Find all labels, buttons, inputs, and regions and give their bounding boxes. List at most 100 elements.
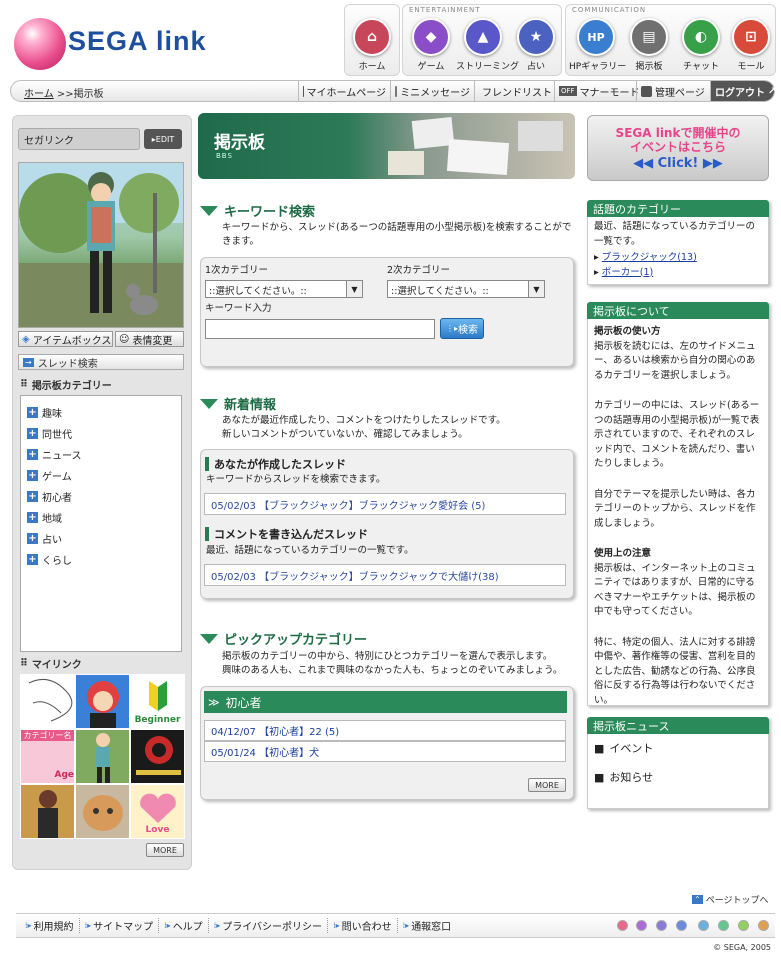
my-homepage-button[interactable]: マイホームページ (298, 81, 390, 101)
mylink-thumb-photo[interactable] (20, 784, 75, 839)
comment-thread-item[interactable]: 05/02/03 【ブラックジャック】ブラックジャックで大儲け(38) (204, 564, 566, 586)
mylink-thumb-love[interactable]: Love (130, 784, 185, 839)
cat2-label: 2次カテゴリー (387, 265, 451, 276)
plus-icon: + (27, 470, 38, 481)
nav-mall[interactable]: ⊡ モール (724, 15, 778, 72)
footer-link-terms[interactable]: ⁞▸ 利用規約 (20, 918, 80, 933)
category-item[interactable]: + ゲーム (27, 465, 175, 486)
sega-link-logo-ball[interactable] (14, 18, 66, 70)
item-box-label: アイテムボックス (32, 335, 112, 347)
manner-mode-button[interactable]: OFF マナーモード (554, 81, 640, 101)
cat1-select[interactable]: ::選択してください。:: ▼ (205, 280, 363, 298)
category-item[interactable]: + 初心者 (27, 486, 175, 507)
news-desc-2: 新しいコメントがついていないか、確認してみましょう。 (222, 429, 468, 440)
color-dot-icon[interactable] (676, 920, 687, 931)
cat2-select[interactable]: ::選択してください。:: ▼ (387, 280, 545, 298)
category-list: + 趣味 + 同世代 + ニュース + ゲーム + 初心者 + 地域 + 占い + くらし (20, 395, 182, 652)
pickup-heading: ピックアップカテゴリー (200, 629, 367, 648)
edit-button[interactable]: ▸ EDIT (144, 129, 182, 149)
color-dot-icon[interactable] (718, 920, 729, 931)
comment-thread-link[interactable]: 05/02/03 【ブラックジャック】ブラックジャックで大儲け(38) (211, 568, 499, 583)
nav-hp-gallery[interactable]: HP HPギャラリー (569, 15, 627, 72)
footer-link-contact[interactable]: ⁞▸ 問い合わせ (328, 918, 398, 933)
pickup-desc-1: 掲示板のカテゴリーの中から、特別にひとつカテゴリーを選んで表示します。 (222, 651, 553, 662)
thread-search-button[interactable]: → スレッド検索 (18, 354, 184, 370)
pickup-more-button[interactable]: MORE (528, 778, 566, 792)
streaming-icon: ▲ (464, 18, 502, 56)
search-button[interactable]: ⋮▸ 検索 (440, 318, 484, 339)
pickup-item-link[interactable]: 04/12/07 【初心者】22 (5) (211, 723, 339, 738)
friend-list-button[interactable]: フレンドリスト (474, 81, 554, 101)
arrow-icon: ⁞▸ (213, 921, 221, 930)
color-dot-icon[interactable] (758, 920, 769, 931)
color-dot-icon[interactable] (738, 920, 749, 931)
hot-category-link[interactable]: ブラックジャック(13) (602, 251, 697, 266)
board-news-item[interactable]: ■ イベント (594, 742, 762, 757)
cat1-select-value: ::選択してください。:: (209, 286, 307, 297)
footer-link-help[interactable]: ⁞▸ ヘルプ (159, 918, 209, 933)
category-item[interactable]: + 趣味 (27, 402, 175, 423)
off-badge: OFF (559, 86, 577, 96)
nav-streaming[interactable]: ▲ ストリーミング (456, 15, 519, 72)
footer-link-privacy[interactable]: ⁞▸ プライバシーポリシー (209, 918, 329, 933)
breadcrumb-home-link[interactable]: ホーム (24, 89, 54, 100)
mylink-thumb-character[interactable] (75, 674, 130, 729)
mylink-thumb-sketch[interactable] (20, 674, 75, 729)
admin-page-button[interactable]: 管理ページ (636, 81, 710, 101)
page-top-link[interactable]: ⌃ ページトップへ (692, 893, 769, 906)
chevron-down-icon: ▼ (346, 281, 362, 297)
mylink-thumb-cat[interactable] (75, 784, 130, 839)
category-item[interactable]: + ニュース (27, 444, 175, 465)
triangle-icon (200, 398, 218, 409)
mylink-thumb-dark[interactable] (130, 729, 185, 784)
color-dot-icon[interactable] (656, 920, 667, 931)
nav-chat[interactable]: ◐ チャット (674, 15, 728, 72)
footer-link-report[interactable]: ⁞▸ 通報窓口 (398, 918, 457, 933)
nav-board[interactable]: ▤ 掲示板 (622, 15, 676, 72)
color-dot-icon[interactable] (617, 920, 628, 931)
logout-button[interactable]: ログアウト ↗ (710, 81, 776, 101)
nav-game[interactable]: ◆ ゲーム (404, 15, 458, 72)
expression-change-button[interactable]: ☺ 表情変更 (115, 331, 184, 347)
board-news-item[interactable]: ■ お知らせ (594, 771, 762, 786)
plus-icon: + (27, 512, 38, 523)
board-news-title: 掲示板ニュース (587, 717, 769, 734)
double-chevron-icon: ≫ (208, 695, 220, 709)
category-item[interactable]: + くらし (27, 549, 175, 570)
pickup-item-link[interactable]: 05/01/24 【初心者】犬 (211, 744, 319, 759)
nav-fortune[interactable]: ★ 占い (509, 15, 563, 72)
pickup-item[interactable]: 04/12/07 【初心者】22 (5) (204, 720, 566, 741)
category-item[interactable]: + 占い (27, 528, 175, 549)
avatar-illustration (19, 163, 183, 327)
nav-game-label: ゲーム (417, 62, 445, 72)
nav-chat-label: チャット (683, 62, 719, 72)
item-box-button[interactable]: ◈ アイテムボックス (18, 331, 113, 347)
beginner-text: Beginner (134, 715, 181, 725)
color-dot-icon[interactable] (636, 920, 647, 931)
mylink-thumb-avatar[interactable] (75, 729, 130, 784)
nav-hp-gallery-label: HPギャラリー (569, 62, 627, 72)
mylink-more-button[interactable]: MORE (146, 843, 184, 857)
pickup-item[interactable]: 05/01/24 【初心者】犬 (204, 741, 566, 762)
pickup-category-bar[interactable]: ≫ 初心者 (204, 691, 567, 713)
sketch-image (28, 678, 73, 722)
sega-link-logo[interactable]: SEGA link (68, 26, 207, 57)
created-thread-item[interactable]: 05/02/03 【ブラックジャック】ブラックジャック愛好会 (5) (204, 493, 566, 515)
footer-link-sitemap[interactable]: ⁞▸ サイトマップ (80, 918, 160, 933)
promo-line-1: SEGA linkで開催中の (615, 126, 741, 140)
event-promo-banner[interactable]: SEGA linkで開催中の イベントはこちら ◀◀ Click! ▶▶ (587, 115, 769, 181)
nav-home[interactable]: ⌂ ホーム (345, 15, 399, 72)
category-item[interactable]: + 同世代 (27, 423, 175, 444)
mini-message-button[interactable]: ミニメッセージ (390, 81, 474, 101)
color-dot-icon[interactable] (698, 920, 709, 931)
edit-label: EDIT (155, 134, 175, 144)
mylink-thumb-age[interactable]: カテゴリー名 Age (20, 729, 75, 784)
copyright: © SEGA, 2005 (713, 943, 771, 952)
created-thread-link[interactable]: 05/02/03 【ブラックジャック】ブラックジャック愛好会 (5) (211, 497, 485, 512)
mylink-thumb-beginner[interactable]: Beginner (130, 674, 185, 729)
keyword-search-heading: キーワード検索 (200, 201, 315, 220)
friend-list-label: フレンドリスト (482, 87, 552, 99)
category-item[interactable]: + 地域 (27, 507, 175, 528)
keyword-input[interactable] (205, 319, 435, 339)
hot-category-link[interactable]: ポーカー(1) (602, 266, 653, 281)
